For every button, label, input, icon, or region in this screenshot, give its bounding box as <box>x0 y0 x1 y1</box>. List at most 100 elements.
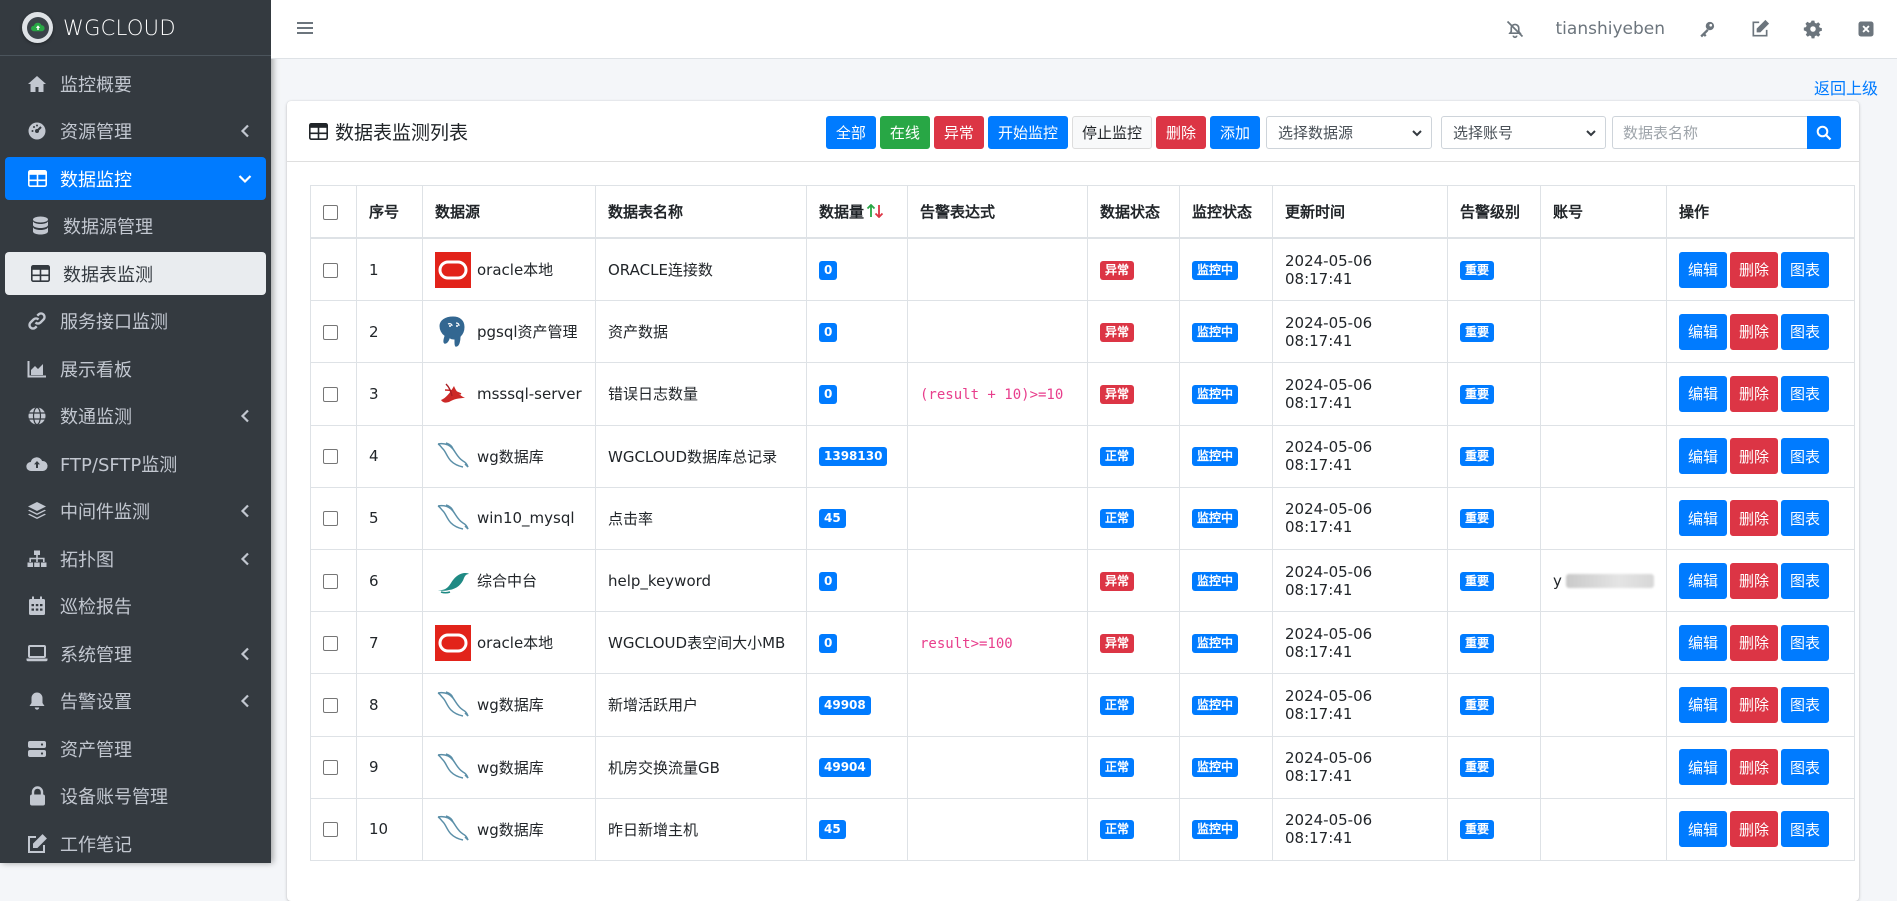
edit-button[interactable]: 编辑 <box>1679 562 1728 599</box>
sidebar-item-9[interactable]: 中间件监测 <box>5 490 266 533</box>
row-count-badge: 49908 <box>819 695 871 715</box>
edit-button[interactable]: 编辑 <box>1679 500 1728 537</box>
row-level-cell: 重要 <box>1447 735 1541 799</box>
sidebar-item-7[interactable]: 数通监测 <box>5 395 266 438</box>
sidebar-item-5[interactable]: 服务接口监测 <box>5 300 266 343</box>
row-checkbox[interactable] <box>323 324 338 340</box>
sidebar-item-10[interactable]: 拓扑图 <box>5 537 266 580</box>
row-checkbox[interactable] <box>323 386 338 402</box>
sidebar-item-8[interactable]: FTP/SFTP监测 <box>5 442 266 485</box>
edit-button[interactable]: 编辑 <box>1679 624 1728 661</box>
row-count-cell: 49904 <box>806 735 908 799</box>
sidebar-item-14[interactable]: 资产管理 <box>5 727 266 770</box>
start-monitor-button[interactable]: 开始监控 <box>987 116 1068 149</box>
sidebar-item-16[interactable]: 工作笔记 <box>5 822 266 863</box>
back-link[interactable]: 返回上级 <box>1814 75 1878 99</box>
edit-button[interactable]: 编辑 <box>1679 375 1728 412</box>
select-all-checkbox[interactable] <box>323 204 338 220</box>
sidebar-item-4[interactable]: 数据表监测 <box>5 252 266 295</box>
edit-button[interactable]: 编辑 <box>1679 686 1728 723</box>
delete-button[interactable]: 删除 <box>1730 811 1779 848</box>
batch-delete-button[interactable]: 删除 <box>1155 116 1206 149</box>
sidebar-item-3[interactable]: 数据源管理 <box>5 205 266 248</box>
add-button[interactable]: 添加 <box>1209 116 1260 149</box>
col-name-header: 数据表名称 <box>595 185 807 239</box>
sidebar-item-label: 巡检报告 <box>60 597 132 618</box>
row-count-badge: 49904 <box>819 758 871 778</box>
key-icon[interactable] <box>1696 18 1718 40</box>
table-name-search-input[interactable] <box>1612 116 1807 149</box>
row-account-cell <box>1540 424 1667 488</box>
account-select[interactable]: 选择账号 <box>1441 116 1606 149</box>
row-monitor-status-cell: 监控中 <box>1179 237 1273 302</box>
delete-button[interactable]: 删除 <box>1730 251 1779 288</box>
row-checkbox[interactable] <box>323 822 338 838</box>
sidebar-item-15[interactable]: 设备账号管理 <box>5 775 266 818</box>
sidebar-item-label: 数据监控 <box>60 169 132 191</box>
delete-button[interactable]: 删除 <box>1730 686 1779 723</box>
edit-button[interactable]: 编辑 <box>1679 251 1728 288</box>
chevron-left-icon <box>238 124 252 138</box>
edit-icon[interactable] <box>1749 18 1771 40</box>
delete-button[interactable]: 删除 <box>1730 624 1779 661</box>
row-checkbox[interactable] <box>323 449 338 465</box>
chart-button[interactable]: 图表 <box>1781 686 1830 723</box>
delete-button[interactable]: 删除 <box>1730 438 1779 475</box>
sitemap-icon <box>24 548 50 570</box>
chart-button[interactable]: 图表 <box>1781 375 1830 412</box>
sidebar-item-6[interactable]: 展示看板 <box>5 347 266 390</box>
oracle-logo-icon <box>435 251 471 288</box>
chart-button[interactable]: 图表 <box>1781 749 1830 786</box>
chart-button[interactable]: 图表 <box>1781 500 1830 537</box>
sidebar-item-2[interactable]: 数据监控 <box>5 157 266 200</box>
row-source-cell: oracle本地 <box>422 237 596 302</box>
delete-button[interactable]: 删除 <box>1730 562 1779 599</box>
filter-all-button[interactable]: 全部 <box>825 116 876 149</box>
row-checkbox[interactable] <box>323 573 338 589</box>
row-select-cell <box>310 486 357 550</box>
chart-button[interactable]: 图表 <box>1781 313 1830 350</box>
delete-button[interactable]: 删除 <box>1730 749 1779 786</box>
row-checkbox[interactable] <box>323 262 338 278</box>
chart-button[interactable]: 图表 <box>1781 562 1830 599</box>
monitor-status-badge: 监控中 <box>1192 571 1239 591</box>
chart-button[interactable]: 图表 <box>1781 251 1830 288</box>
chart-button[interactable]: 图表 <box>1781 438 1830 475</box>
alarm-expression: result>=100 <box>920 635 1013 652</box>
delete-button[interactable]: 删除 <box>1730 375 1779 412</box>
col-count-header[interactable]: 数据量 <box>806 185 908 239</box>
sidebar-item-0[interactable]: 监控概要 <box>5 62 266 105</box>
stop-monitor-button[interactable]: 停止监控 <box>1071 116 1152 149</box>
delete-button[interactable]: 删除 <box>1730 313 1779 350</box>
filter-online-button[interactable]: 在线 <box>879 116 930 149</box>
sort-icon[interactable] <box>866 203 884 222</box>
top-right-tools: tianshiyeben <box>1473 0 1877 58</box>
menu-toggle-icon[interactable] <box>295 18 315 38</box>
brand[interactable]: WGCLOUD <box>0 0 271 56</box>
datasource-select[interactable]: 选择数据源 <box>1266 116 1432 149</box>
search-button[interactable] <box>1807 116 1841 149</box>
sidebar-item-12[interactable]: 系统管理 <box>5 632 266 675</box>
delete-button[interactable]: 删除 <box>1730 500 1779 537</box>
sidebar-item-13[interactable]: 告警设置 <box>5 680 266 723</box>
row-checkbox[interactable] <box>323 760 338 776</box>
row-checkbox[interactable] <box>323 511 338 527</box>
chart-button[interactable]: 图表 <box>1781 811 1830 848</box>
row-checkbox[interactable] <box>323 697 338 713</box>
sqlserver-logo-icon <box>435 376 471 412</box>
chart-button[interactable]: 图表 <box>1781 624 1830 661</box>
row-checkbox[interactable] <box>323 635 338 651</box>
bell-slash-icon[interactable] <box>1504 18 1526 40</box>
edit-button[interactable]: 编辑 <box>1679 749 1728 786</box>
filter-abnormal-button[interactable]: 异常 <box>933 116 984 149</box>
edit-button[interactable]: 编辑 <box>1679 811 1728 848</box>
gear-icon[interactable] <box>1802 18 1824 40</box>
sidebar-item-1[interactable]: 资源管理 <box>5 110 266 153</box>
sidebar-item-11[interactable]: 巡检报告 <box>5 585 266 628</box>
username-link[interactable]: tianshiyeben <box>1556 19 1665 39</box>
row-table-name: 新增活跃用户 <box>595 673 807 737</box>
edit-button[interactable]: 编辑 <box>1679 313 1728 350</box>
edit-button[interactable]: 编辑 <box>1679 438 1728 475</box>
close-square-icon[interactable] <box>1855 18 1877 40</box>
row-level-cell: 重要 <box>1447 673 1541 737</box>
